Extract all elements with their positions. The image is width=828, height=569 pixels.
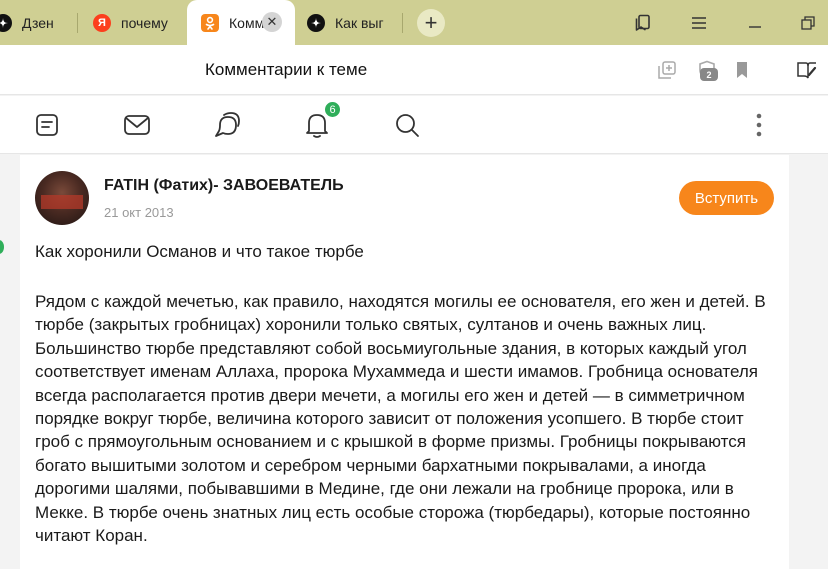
notifications-count-badge: 6 (323, 100, 342, 119)
post-body-text: Рядом с каждой мечетью, как правило, нах… (35, 292, 766, 546)
shield-badge-count: 2 (700, 68, 718, 81)
search-icon[interactable] (393, 111, 421, 139)
browser-tab-strip: Дзен Я почему Комментарии к теме ✕ Как в… (0, 0, 828, 45)
yandex-icon: Я (93, 13, 111, 32)
post-heading: Как хоронили Османов и что такое тюрбе (35, 242, 364, 261)
avatar-image-detail (41, 195, 83, 209)
post-date: 21 окт 2013 (104, 205, 174, 220)
tab-yandex-search[interactable]: Я почему (93, 0, 179, 45)
dzen-icon (307, 13, 325, 32)
menu-icon[interactable] (688, 12, 710, 34)
tab-title: Дзен (22, 14, 54, 31)
group-avatar[interactable] (35, 171, 89, 225)
restore-window-icon[interactable] (797, 12, 819, 34)
bookmark-icon[interactable] (731, 59, 753, 81)
bookmarks-panel-icon[interactable] (632, 12, 654, 34)
tab-separator (402, 13, 403, 33)
new-tab-button[interactable]: + (417, 9, 445, 37)
more-options-icon[interactable] (745, 111, 773, 139)
reader-mode-icon[interactable] (796, 59, 818, 81)
tab-title: Комментарии к теме (229, 14, 265, 31)
page-title: Комментарии к теме (205, 60, 368, 79)
tab-title: Как выг (335, 14, 384, 31)
dzen-icon (0, 13, 12, 32)
tab-title: почему (121, 14, 168, 31)
site-nav-bar (0, 96, 828, 154)
group-name-link[interactable]: FATIH (Фатих)- ЗАВОЕВАТЕЛЬ (104, 177, 344, 195)
minimize-icon[interactable] (744, 12, 766, 34)
feed-icon[interactable] (33, 111, 61, 139)
join-group-button[interactable]: Вступить (679, 181, 774, 215)
tab-dzen-article[interactable]: Как выг (307, 0, 403, 45)
add-to-collection-icon[interactable] (656, 59, 678, 81)
mail-icon[interactable] (123, 111, 151, 139)
close-tab-icon[interactable]: ✕ (262, 12, 282, 32)
discussions-icon[interactable] (213, 111, 241, 139)
online-indicator (0, 240, 4, 254)
tab-dzen[interactable]: Дзен (0, 0, 72, 45)
tab-separator (77, 13, 78, 33)
odnoklassniki-icon (201, 13, 219, 32)
